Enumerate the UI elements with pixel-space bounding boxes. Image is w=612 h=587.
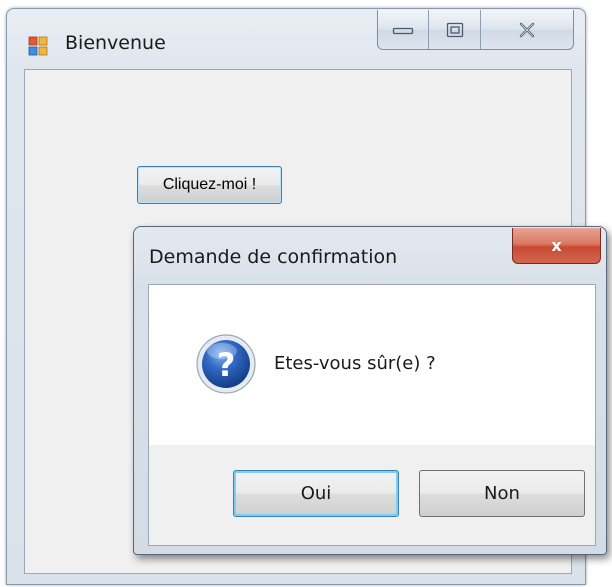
- caption-buttons: [377, 10, 574, 50]
- dialog-close-button[interactable]: x: [512, 228, 601, 264]
- close-button[interactable]: [481, 10, 573, 49]
- dialog-title: Demande de confirmation: [149, 246, 398, 268]
- dialog-message-panel: ? Etes-vous sûr(e) ?: [149, 285, 595, 445]
- windows-form-icon: [28, 36, 48, 56]
- yes-button[interactable]: Oui: [233, 470, 399, 517]
- minimize-icon: [393, 27, 414, 34]
- main-titlebar[interactable]: Bienvenue: [7, 9, 585, 67]
- close-icon: x: [551, 236, 562, 255]
- minimize-button[interactable]: [378, 10, 430, 49]
- no-button[interactable]: Non: [419, 470, 585, 517]
- maximize-icon: [446, 22, 463, 37]
- dialog-message: Etes-vous sûr(e) ?: [274, 353, 436, 374]
- click-me-button[interactable]: Cliquez-moi !: [137, 166, 282, 204]
- window-title: Bienvenue: [65, 32, 166, 54]
- dialog-client-area: ? Etes-vous sûr(e) ? Oui Non: [148, 284, 596, 546]
- confirmation-dialog: Demande de confirmation x ? Etes-vous sû…: [133, 226, 607, 555]
- maximize-button[interactable]: [429, 10, 481, 49]
- question-icon: ?: [196, 334, 256, 394]
- close-icon: [519, 22, 535, 37]
- svg-text:?: ?: [217, 346, 236, 384]
